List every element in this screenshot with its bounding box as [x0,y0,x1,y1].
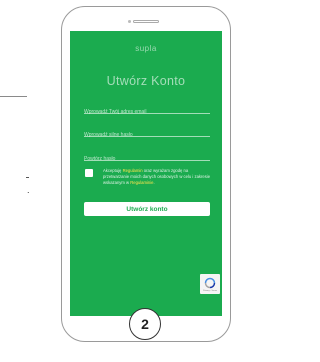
terms-link-2[interactable]: Regulaminie [130,180,153,185]
terms-link[interactable]: Regulamin [123,168,143,173]
repeat-password-input[interactable] [84,156,210,162]
password-field[interactable] [84,123,210,138]
consent-text: Akceptuję Regulamin oraz wyrażam zgodę n… [103,168,211,187]
email-input[interactable] [84,109,210,115]
consent-text-part: . [153,180,155,186]
consent-text-part: Akceptuję [103,168,123,173]
home-button: 2 [129,308,161,340]
app-logo: supla [135,44,157,53]
recaptcha-badge[interactable]: Privacy - Terms [200,274,220,294]
recaptcha-legal: Privacy - Terms [203,289,217,292]
phone-speaker [133,20,159,23]
create-account-button[interactable]: Utwórz konto [84,202,210,216]
front-camera [128,20,131,23]
side-fragment-dot: . [27,185,30,195]
page-title: Utwórz Konto [106,74,186,88]
step-number: 2 [141,316,149,332]
side-fragment-mark [26,177,29,178]
signup-screen: supla Utwórz Konto Akceptuję Regulamin o… [70,31,222,316]
repeat-password-field[interactable] [84,147,210,162]
recaptcha-icon [204,277,216,288]
phone-frame: supla Utwórz Konto Akceptuję Regulamin o… [61,6,231,342]
email-field[interactable] [84,100,210,115]
password-input[interactable] [84,132,210,138]
side-divider-line [0,96,27,97]
consent-checkbox[interactable] [85,169,93,177]
